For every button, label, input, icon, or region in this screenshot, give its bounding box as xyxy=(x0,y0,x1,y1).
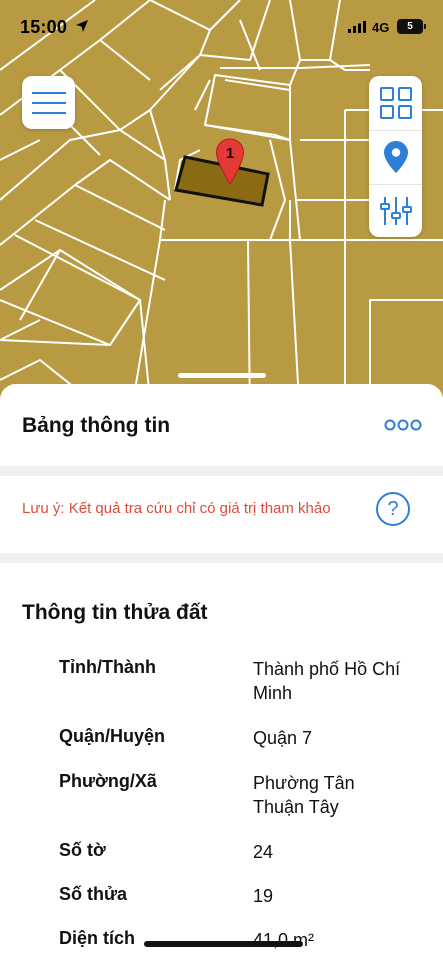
signal-icon xyxy=(348,21,366,33)
info-value: 41,0 m² xyxy=(253,930,315,950)
marker-number: 1 xyxy=(226,145,234,162)
network-label: 4G xyxy=(372,20,390,35)
info-value: 24 xyxy=(253,842,274,862)
status-bar: 15:00 4G 5 xyxy=(0,0,443,54)
info-label: Diện tích xyxy=(59,928,136,948)
help-button[interactable]: ? xyxy=(376,492,410,526)
sheet-grabber[interactable] xyxy=(178,373,266,378)
hamburger-icon xyxy=(31,91,66,114)
disclaimer-section: Lưu ý: Kết quả tra cứu chỉ có giá trị th… xyxy=(0,476,443,553)
grid-icon xyxy=(379,86,412,119)
info-label: Phường/Xã xyxy=(59,771,157,791)
map-view[interactable]: 15:00 4G 5 1 xyxy=(0,0,443,420)
more-icon[interactable] xyxy=(384,418,422,432)
disclaimer-text: Lưu ý: Kết quả tra cứu chỉ có giá trị th… xyxy=(22,500,331,517)
status-time: 15:00 xyxy=(20,17,68,37)
layers-button[interactable] xyxy=(369,76,422,129)
sheet-header: Bảng thông tin xyxy=(0,384,443,466)
battery-tip xyxy=(424,24,426,29)
info-sheet: Bảng thông tin Lưu ý: Kết quả tra cứu ch… xyxy=(0,384,443,960)
info-label: Số thửa xyxy=(59,884,128,904)
info-value: 19 xyxy=(253,886,274,906)
info-value: Phường Tân Thuận Tây xyxy=(253,773,355,817)
locate-button[interactable] xyxy=(369,130,422,183)
parcel-marker-icon[interactable]: 1 xyxy=(215,138,245,186)
location-pin-icon xyxy=(383,141,408,173)
info-label: Số tờ xyxy=(59,840,106,860)
info-label: Tỉnh/Thành xyxy=(59,657,156,677)
info-value: Thành phố Hồ Chí Minh xyxy=(253,659,401,703)
home-indicator[interactable] xyxy=(144,941,303,947)
info-label: Quận/Huyện xyxy=(59,726,166,746)
parcel-info-title: Thông tin thửa đất xyxy=(22,601,208,624)
sliders-icon xyxy=(379,197,412,225)
sheet-title: Bảng thông tin xyxy=(22,414,171,437)
battery-icon: 5 xyxy=(397,19,423,34)
location-arrow-icon xyxy=(76,20,88,32)
menu-button[interactable] xyxy=(22,76,75,129)
info-value: Quận 7 xyxy=(253,728,313,748)
parcel-info-section: Thông tin thửa đất Tỉnh/Thành Thành phố … xyxy=(0,563,443,960)
map-tool-panel xyxy=(369,76,422,237)
filter-button[interactable] xyxy=(369,184,422,237)
